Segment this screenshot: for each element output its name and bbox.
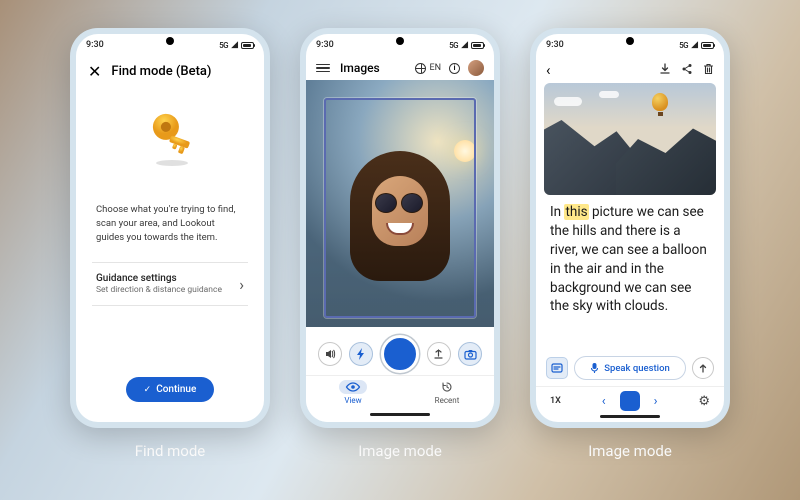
clock: 9:30 [316, 40, 334, 50]
text-mode-icon[interactable] [546, 357, 568, 379]
language-selector[interactable]: EN [415, 63, 441, 74]
eye-icon [345, 382, 361, 392]
info-icon[interactable]: i [449, 63, 460, 74]
network-label: 5G [449, 41, 458, 50]
menu-icon[interactable] [316, 64, 330, 73]
phone-caption: Image mode [588, 442, 672, 460]
upload-icon[interactable] [427, 342, 451, 366]
camera-viewfinder [306, 80, 494, 327]
home-indicator[interactable] [370, 413, 430, 416]
globe-icon [415, 63, 426, 74]
send-icon[interactable] [692, 357, 714, 379]
battery-icon [701, 42, 714, 49]
speak-question-button[interactable]: Speak question [574, 356, 686, 380]
camera-notch [396, 37, 404, 45]
described-image [544, 83, 716, 195]
history-icon [441, 381, 453, 393]
home-indicator[interactable] [600, 415, 660, 418]
signal-icon: ◢ [461, 40, 468, 50]
share-icon[interactable] [681, 60, 693, 79]
delete-icon[interactable] [703, 60, 714, 79]
clock: 9:30 [86, 40, 104, 50]
page-indicator[interactable] [620, 391, 640, 411]
tab-recent[interactable]: Recent [433, 380, 461, 405]
check-icon: ✓ [144, 385, 152, 395]
setting-subtitle: Set direction & distance guidance [96, 285, 222, 295]
camera-icon[interactable] [458, 342, 482, 366]
tab-view[interactable]: View [339, 380, 367, 405]
network-label: 5G [679, 41, 688, 50]
highlighted-word: this [564, 204, 588, 220]
close-icon[interactable]: ✕ [88, 62, 101, 81]
page-title: Find mode (Beta) [111, 64, 211, 79]
signal-icon: ◢ [691, 40, 698, 50]
battery-icon [471, 42, 484, 49]
phone-caption: Image mode [358, 442, 442, 460]
zoom-level[interactable]: 1X [550, 396, 561, 406]
phone-caption: Find mode [135, 442, 206, 460]
camera-notch [626, 37, 634, 45]
mic-icon [590, 362, 599, 374]
next-icon[interactable]: › [654, 394, 658, 409]
shutter-button[interactable] [381, 335, 419, 373]
clock: 9:30 [546, 40, 564, 50]
phone-find-mode: 9:30 5G ◢ ✕ Find mode (Beta) [70, 28, 270, 428]
tab-recent-label: Recent [435, 396, 460, 405]
network-label: 5G [219, 41, 228, 50]
back-icon[interactable]: ‹ [546, 61, 551, 79]
camera-notch [166, 37, 174, 45]
continue-button[interactable]: ✓ Continue [126, 377, 215, 402]
phone-image-description: 9:30 5G ◢ ‹ [530, 28, 730, 428]
avatar[interactable] [468, 60, 484, 76]
language-label: EN [429, 63, 441, 73]
speak-label: Speak question [604, 363, 670, 374]
flash-icon[interactable] [349, 342, 373, 366]
page-title: Images [340, 61, 380, 75]
tab-view-label: View [344, 396, 361, 405]
balloon-graphic [652, 93, 668, 116]
continue-label: Continue [156, 384, 196, 395]
description-text: Choose what you're trying to find, scan … [92, 203, 248, 263]
phone-image-capture: 9:30 5G ◢ Images EN [300, 28, 500, 428]
chevron-right-icon: › [239, 275, 244, 294]
settings-icon[interactable]: ⚙ [698, 394, 710, 409]
image-description-text: In this picture we can see the hills and… [536, 195, 724, 356]
key-illustration [138, 107, 202, 175]
setting-title: Guidance settings [96, 273, 222, 284]
focus-rectangle [324, 98, 476, 318]
sound-icon[interactable] [318, 342, 342, 366]
signal-icon: ◢ [231, 40, 238, 50]
download-icon[interactable] [659, 60, 671, 79]
battery-icon [241, 42, 254, 49]
guidance-settings-row[interactable]: Guidance settings Set direction & distan… [92, 263, 248, 306]
prev-icon[interactable]: ‹ [602, 394, 606, 409]
